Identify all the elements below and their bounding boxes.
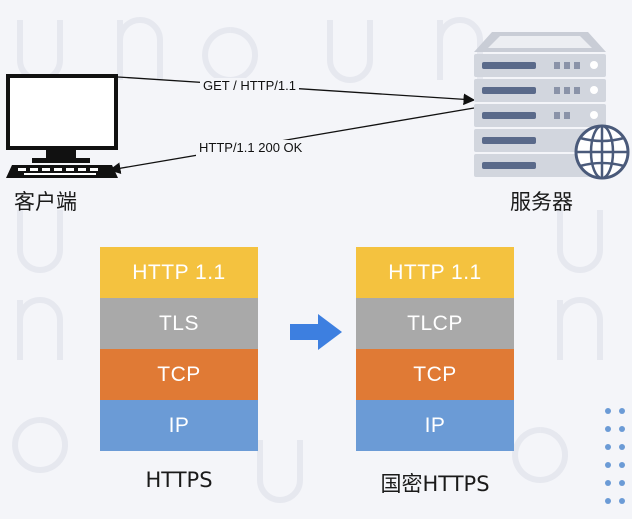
- gm-https-caption: 国密HTTPS: [380, 472, 490, 496]
- server-icon: [474, 32, 630, 180]
- decorative-dots: [605, 408, 625, 504]
- gm-https-stack: HTTP 1.1 TLCP TCP IP: [356, 247, 514, 451]
- request-label: GET / HTTP/1.1: [200, 78, 299, 94]
- stack-layer-tlcp: TLCP: [356, 298, 514, 349]
- stack-layer-tcp: TCP: [100, 349, 258, 400]
- stack-layer-http: HTTP 1.1: [356, 247, 514, 298]
- https-stack: HTTP 1.1 TLS TCP IP: [100, 247, 258, 451]
- right-arrow-icon: [290, 314, 342, 350]
- server-label: 服务器: [510, 190, 573, 214]
- response-label: HTTP/1.1 200 OK: [196, 140, 306, 156]
- stack-layer-ip: IP: [100, 400, 258, 451]
- https-caption: HTTPS: [145, 468, 213, 492]
- stack-layer-tcp: TCP: [356, 349, 514, 400]
- stack-layer-http: HTTP 1.1: [100, 247, 258, 298]
- response-arrow: [108, 107, 475, 174]
- computer-icon: [6, 74, 118, 178]
- client-label: 客户端: [14, 190, 77, 214]
- globe-icon: [574, 124, 630, 180]
- stack-layer-ip: IP: [356, 400, 514, 451]
- stack-layer-tls: TLS: [100, 298, 258, 349]
- diagram-canvas: 客户端 服务器 GET / HTTP/1.1 HTTP/1.1 200 OK H…: [0, 0, 632, 519]
